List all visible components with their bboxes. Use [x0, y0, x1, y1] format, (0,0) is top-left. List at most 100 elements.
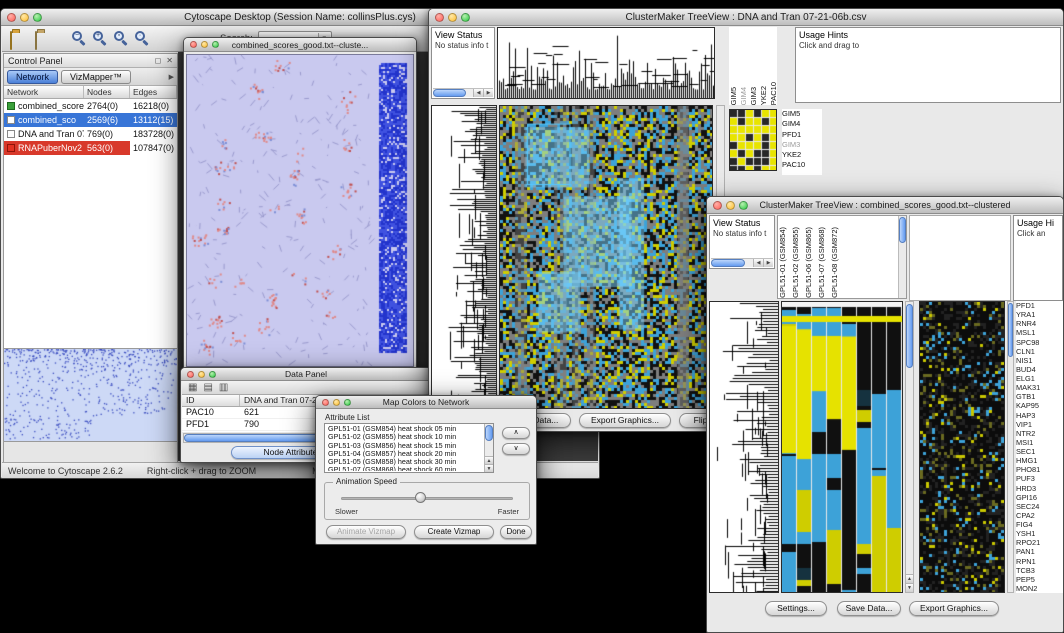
array-column-label[interactable]: GPL51-08 (GSM872)	[830, 227, 843, 298]
gene-label[interactable]: PUF3	[1016, 474, 1063, 483]
minimize-button[interactable]	[448, 13, 457, 22]
gene-label[interactable]: MON2	[1016, 584, 1063, 593]
gene-label[interactable]: PFD1	[1016, 301, 1063, 310]
attribute-list[interactable]: GPL51-01 (GSM854) heat shock 05 minGPL51…	[324, 423, 494, 473]
treeview-dna-titlebar[interactable]: ClusterMaker TreeView : DNA and Tran 07-…	[429, 9, 1063, 26]
gene-label[interactable]: SEC24	[1016, 502, 1063, 511]
matrix-gene-label[interactable]: YKE2	[782, 150, 822, 160]
network-view-titlebar[interactable]: combined_scores_good.txt--cluste...	[184, 38, 416, 52]
gene-label[interactable]: NIS1	[1016, 356, 1063, 365]
array-column-label[interactable]: GPL51-07 (GSM868)	[817, 227, 830, 298]
float-panel-icon[interactable]: ◻	[155, 56, 162, 65]
scroll-down-icon[interactable]: ▼	[485, 464, 493, 472]
zoom-button[interactable]	[209, 371, 216, 378]
heatmap-canvas[interactable]	[781, 301, 903, 593]
matrix-column-label[interactable]: YKE2	[759, 86, 769, 105]
correlation-matrix-canvas[interactable]	[729, 109, 777, 171]
heatmap-vscrollbar[interactable]: ▲ ▼	[905, 301, 914, 593]
row-dendrogram-canvas[interactable]	[431, 105, 497, 409]
save-data-button[interactable]: Save Data...	[837, 601, 901, 616]
column-dendrogram-canvas[interactable]	[497, 27, 715, 99]
close-button[interactable]	[7, 13, 16, 22]
attribute-list-item[interactable]: GPL51-07 (GSM868) heat shock 60 min	[326, 466, 483, 471]
gene-label[interactable]: YRA1	[1016, 310, 1063, 319]
scroll-left-icon[interactable]: ◀	[753, 259, 763, 267]
gene-label[interactable]: YSH1	[1016, 529, 1063, 538]
attribute-select-icon[interactable]: ▦	[188, 383, 197, 393]
network-tree-row[interactable]: combined_scores 2764(0) 16218(0)	[4, 99, 177, 113]
gene-label[interactable]: TCB3	[1016, 566, 1063, 575]
move-down-button[interactable]: ∨	[502, 443, 530, 455]
settings-button[interactable]: Settings...	[765, 601, 827, 616]
close-button[interactable]	[713, 201, 722, 210]
network-canvas[interactable]	[186, 54, 414, 367]
export-graphics-button[interactable]: Export Graphics...	[909, 601, 999, 616]
gene-label[interactable]: FIG4	[1016, 520, 1063, 529]
secondary-heatmap-canvas[interactable]	[919, 301, 1005, 593]
gene-label[interactable]: MSI1	[1016, 438, 1063, 447]
scroll-up-icon[interactable]: ▲	[485, 456, 493, 464]
gene-label[interactable]: CLN1	[1016, 347, 1063, 356]
column-id[interactable]: ID	[182, 395, 240, 406]
treeview-scores-titlebar[interactable]: ClusterMaker TreeView : combined_scores_…	[707, 197, 1063, 214]
column-network[interactable]: Network	[4, 86, 84, 98]
minimize-button[interactable]	[726, 201, 735, 210]
network-tree-row[interactable]: combined_sco 2569(6) 13112(15)	[4, 113, 177, 127]
gene-label[interactable]: SPC98	[1016, 338, 1063, 347]
attribute-matrix-icon[interactable]: ▥	[219, 383, 228, 393]
gene-label[interactable]: ELG1	[1016, 374, 1063, 383]
zoom-selected-icon[interactable]: ·	[135, 31, 150, 46]
minimize-button[interactable]	[201, 41, 208, 48]
gene-label[interactable]: HAP3	[1016, 411, 1063, 420]
done-button[interactable]: Done	[500, 525, 532, 539]
network-tree-row[interactable]: DNA and Tran 07 769(0) 183728(0)	[4, 127, 177, 141]
gene-label[interactable]: GPI16	[1016, 493, 1063, 502]
gene-label[interactable]: HRD3	[1016, 484, 1063, 493]
close-button[interactable]	[435, 13, 444, 22]
slider-thumb[interactable]	[415, 492, 426, 503]
open-session-icon[interactable]	[10, 32, 27, 46]
matrix-gene-label[interactable]: GIM3	[782, 140, 822, 150]
gene-label[interactable]: MSL1	[1016, 328, 1063, 337]
matrix-gene-label[interactable]: GIM4	[782, 119, 822, 129]
gene-label[interactable]: VIP1	[1016, 420, 1063, 429]
matrix-column-label[interactable]: GIM5	[729, 87, 739, 105]
import-network-icon[interactable]	[35, 32, 52, 46]
zoom-button[interactable]	[33, 13, 42, 22]
network-overview-canvas[interactable]	[4, 349, 177, 441]
view-status-scrollbar[interactable]: ◀ ▶	[433, 88, 493, 97]
zoom-in-icon[interactable]: +	[93, 31, 108, 46]
gene-label[interactable]: RNR4	[1016, 319, 1063, 328]
array-column-label[interactable]: GPL51-01 (GSM854)	[778, 227, 791, 298]
minimize-button[interactable]	[20, 13, 29, 22]
gene-label[interactable]: KAP95	[1016, 401, 1063, 410]
zoom-button[interactable]	[344, 399, 351, 406]
gene-label[interactable]: BUD4	[1016, 365, 1063, 374]
column-edges[interactable]: Edges	[130, 86, 177, 98]
matrix-gene-label[interactable]: PFD1	[782, 130, 822, 140]
gene-label[interactable]: PAN1	[1016, 547, 1063, 556]
gene-label[interactable]: RPN1	[1016, 557, 1063, 566]
animate-vizmap-button[interactable]: Animate Vizmap	[326, 525, 406, 539]
scroll-right-icon[interactable]: ▶	[483, 89, 493, 97]
minimize-button[interactable]	[333, 399, 340, 406]
minimize-button[interactable]	[198, 371, 205, 378]
gene-label[interactable]: SEC1	[1016, 447, 1063, 456]
zoom-button[interactable]	[739, 201, 748, 210]
close-button[interactable]	[322, 399, 329, 406]
move-up-button[interactable]: ∧	[502, 427, 530, 439]
labels-vscrollbar[interactable]	[898, 216, 906, 298]
gene-label[interactable]: RPO21	[1016, 538, 1063, 547]
heatmap-canvas[interactable]	[499, 105, 713, 409]
attribute-list-icon[interactable]: ▤	[203, 383, 212, 393]
gene-label[interactable]: CPA2	[1016, 511, 1063, 520]
scroll-up-icon[interactable]: ▲	[906, 574, 913, 583]
zoom-out-icon[interactable]: −	[72, 31, 87, 46]
column-nodes[interactable]: Nodes	[84, 86, 130, 98]
matrix-gene-label[interactable]: GIM5	[782, 109, 822, 119]
zoom-button[interactable]	[212, 41, 219, 48]
scroll-right-icon[interactable]: ▶	[763, 259, 773, 267]
export-graphics-button[interactable]: Export Graphics...	[579, 413, 671, 428]
view-status-scrollbar[interactable]: ◀ ▶	[711, 258, 773, 267]
matrix-column-label[interactable]: GIM3	[749, 87, 759, 105]
